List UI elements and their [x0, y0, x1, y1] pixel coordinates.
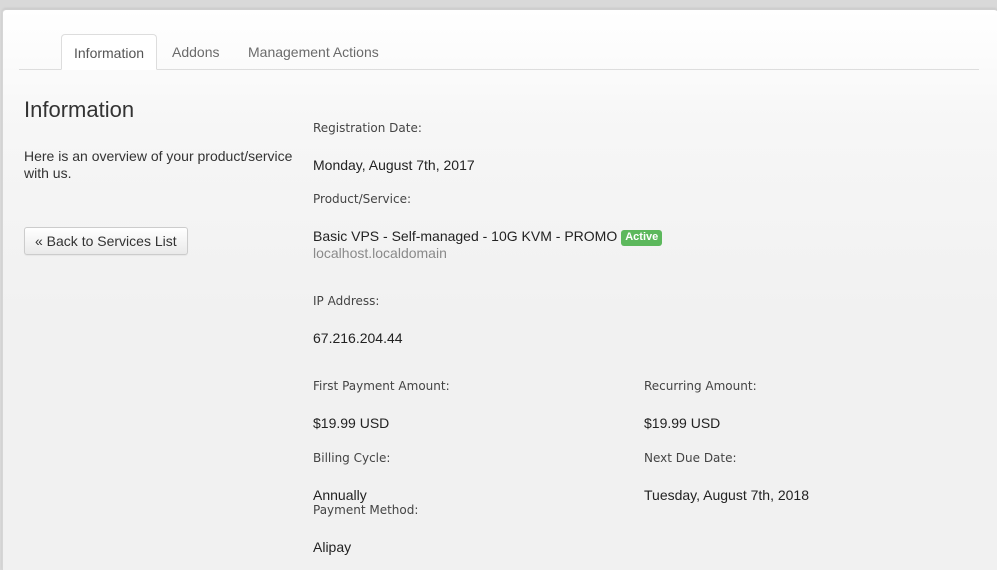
next-due-date-value: Tuesday, August 7th, 2018	[644, 487, 810, 503]
status-badge: Active	[621, 230, 663, 246]
registration-date-value: Monday, August 7th, 2017	[313, 157, 475, 173]
first-payment-value: $19.99 USD	[313, 415, 390, 431]
tab-management-actions[interactable]: Management Actions	[236, 34, 391, 69]
tab-addons[interactable]: Addons	[160, 34, 231, 69]
page-title: Information	[24, 97, 135, 122]
product-name: Basic VPS - Self-managed - 10G KVM - PRO…	[313, 228, 618, 244]
ip-address-label: IP Address:	[313, 294, 380, 308]
payment-method-label: Payment Method:	[313, 503, 419, 517]
hostname-value: localhost.localdomain	[313, 245, 447, 261]
product-service-label: Product/Service:	[313, 192, 411, 206]
back-to-services-button[interactable]: « Back to Services List	[24, 227, 188, 255]
next-due-date-label: Next Due Date:	[644, 451, 737, 465]
billing-cycle-label: Billing Cycle:	[313, 451, 391, 465]
first-payment-label: First Payment Amount:	[313, 379, 450, 393]
ip-address-value: 67.216.204.44	[313, 330, 403, 346]
recurring-amount-value: $19.99 USD	[644, 415, 721, 431]
recurring-amount-label: Recurring Amount:	[644, 379, 757, 393]
tab-bar	[19, 69, 979, 70]
product-service-value: Basic VPS - Self-managed - 10G KVM - PRO…	[313, 228, 663, 246]
billing-cycle-value: Annually	[313, 487, 367, 503]
registration-date-label: Registration Date:	[313, 121, 422, 135]
payment-method-value: Alipay	[313, 539, 352, 555]
client-area-panel	[2, 9, 997, 570]
tab-information[interactable]: Information	[61, 34, 158, 70]
overview-description: Here is an overview of your product/serv…	[24, 148, 293, 181]
